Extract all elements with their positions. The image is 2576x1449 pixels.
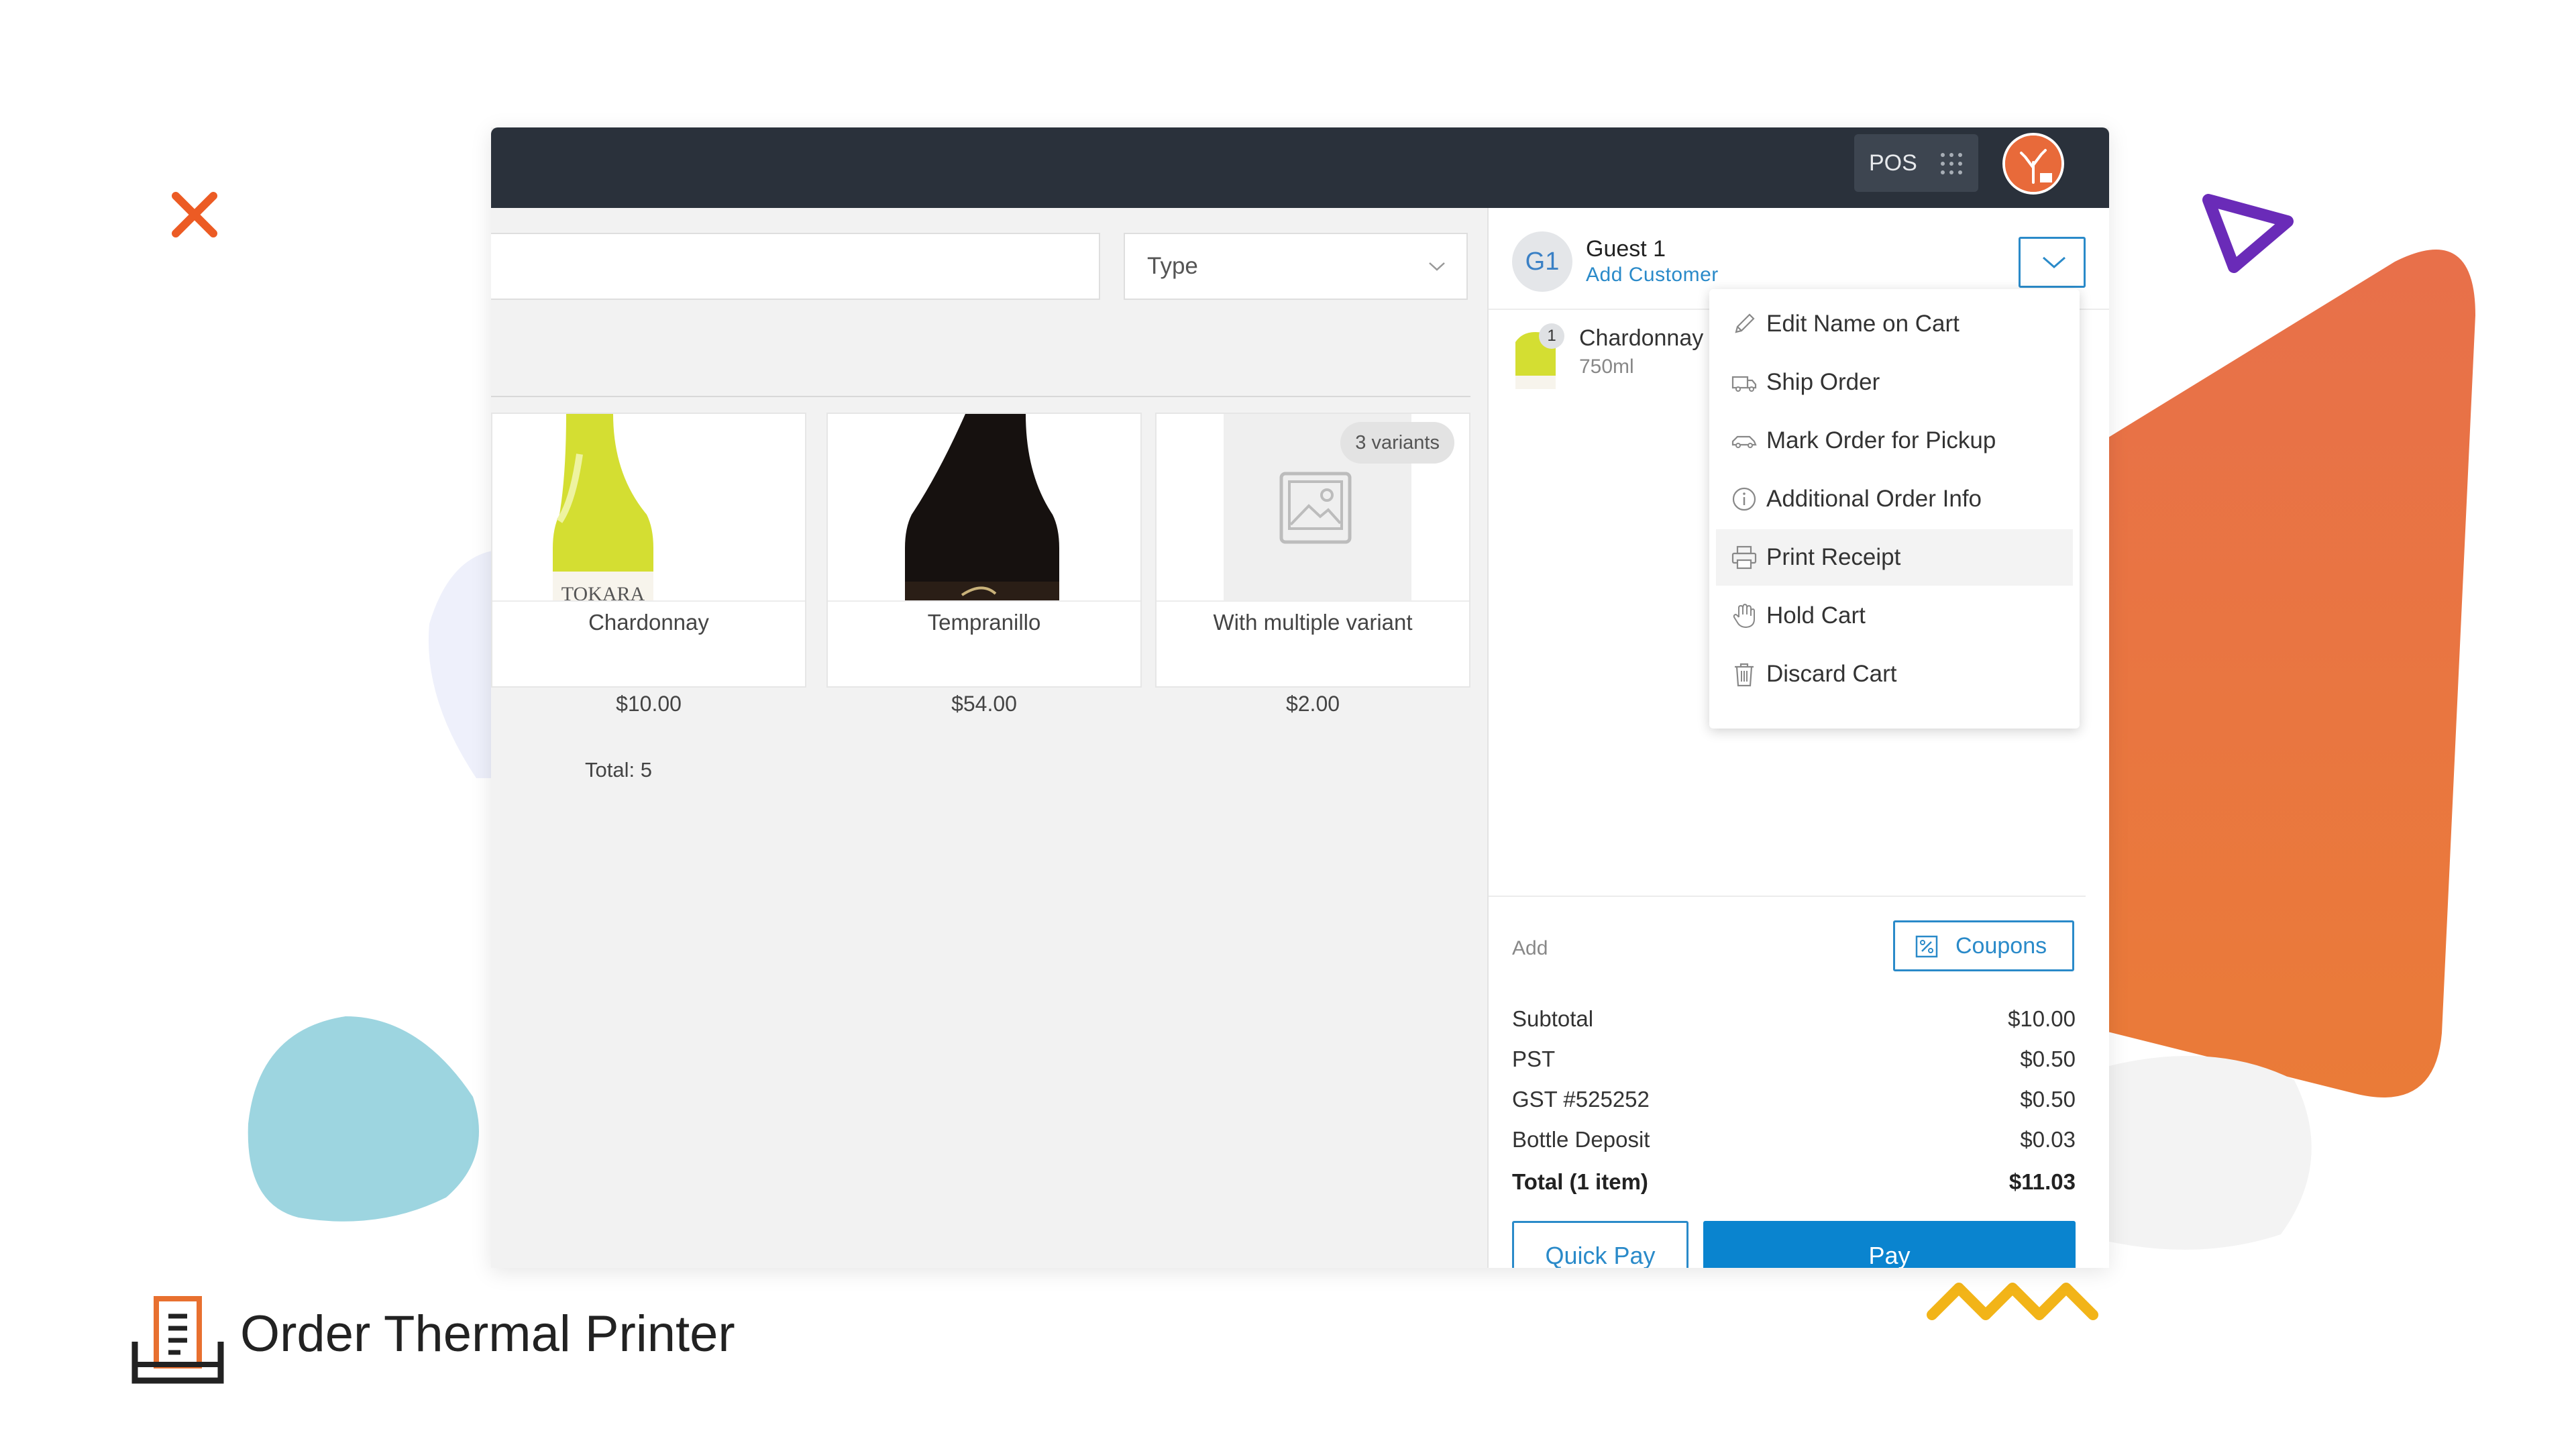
pos-label: POS [1869, 150, 1917, 176]
coupons-button[interactable]: Coupons [1893, 920, 2074, 971]
play-triangle-decoration [2202, 194, 2294, 273]
summary-label: PST [1512, 1046, 1556, 1071]
summary-row-bottle-deposit: Bottle Deposit $0.03 [1512, 1127, 2076, 1157]
top-bar: POS [491, 127, 2109, 208]
summary-row-gst: GST #525252 $0.50 [1512, 1087, 2076, 1116]
trash-icon [1735, 663, 1754, 687]
cart-item-quantity-badge: 1 [1539, 323, 1564, 349]
product-name: Tempranillo [927, 610, 1041, 635]
type-select[interactable]: Type [1124, 233, 1468, 300]
divider [1489, 896, 2086, 897]
pay-button[interactable]: Pay [1703, 1221, 2076, 1268]
truck-icon [1731, 376, 1757, 392]
product-price: $2.00 [1285, 692, 1340, 716]
product-image [828, 414, 1140, 602]
guest-avatar: G1 [1512, 231, 1572, 292]
type-select-label: Type [1147, 253, 1198, 279]
summary-row-total: Total (1 item) $11.03 [1512, 1169, 2076, 1199]
menu-item-label: Hold Cart [1766, 602, 1866, 629]
car-icon [1731, 435, 1757, 448]
avatar-tree-icon [2005, 136, 2061, 192]
summary-value: $0.50 [2020, 1087, 2076, 1112]
search-input[interactable] [491, 233, 1100, 300]
product-image: TOKARA [492, 414, 805, 602]
svg-text:TOKARA: TOKARA [561, 583, 645, 602]
product-name: Chardonnay [588, 610, 709, 635]
yellow-zigzag-decoration [1927, 1283, 2098, 1320]
add-customer-link[interactable]: Add Customer [1586, 264, 1719, 286]
product-card-multiple-variant[interactable]: 3 variants With multiple variant $2.00 [1155, 413, 1470, 716]
menu-item-print-receipt[interactable]: Print Receipt [1716, 529, 2073, 586]
summary-label: GST #525252 [1512, 1087, 1650, 1112]
summary-label: Bottle Deposit [1512, 1127, 1650, 1152]
percent-icon [1915, 935, 1938, 958]
menu-item-hold-cart[interactable]: Hold Cart [1716, 588, 2073, 644]
gray-shape-decoration [2106, 1056, 2312, 1250]
cart-item-name[interactable]: Chardonnay [1579, 325, 1703, 352]
product-name: With multiple variant [1213, 610, 1413, 635]
menu-item-label: Edit Name on Cart [1766, 311, 1960, 337]
brand-title: Order Thermal Printer [240, 1305, 735, 1362]
product-card-tempranillo[interactable]: Tempranillo $54.00 [826, 413, 1142, 716]
menu-item-label: Discard Cart [1766, 661, 1897, 687]
menu-item-edit-name[interactable]: Edit Name on Cart [1716, 296, 2073, 352]
product-price: $54.00 [951, 692, 1017, 716]
white-wine-bottle-image: TOKARA [553, 414, 653, 602]
orange-x-decoration [172, 192, 217, 237]
apps-grid-icon [1941, 153, 1962, 174]
summary-row-pst: PST $0.50 [1512, 1046, 2076, 1076]
blue-blob-decoration [248, 1016, 479, 1222]
pos-window: POS Type TOKARA Chardonnay $10.00 Tempra… [491, 127, 2109, 1268]
image-placeholder-icon [1279, 472, 1352, 544]
coupons-label: Coupons [1955, 932, 2047, 959]
user-avatar[interactable] [2002, 133, 2064, 195]
summary-value: $0.50 [2020, 1046, 2076, 1071]
menu-item-mark-pickup[interactable]: Mark Order for Pickup [1716, 413, 2073, 469]
pencil-icon [1735, 313, 1755, 333]
orange-shape-decoration [2086, 250, 2475, 1097]
chevron-down-icon [1429, 262, 1445, 271]
summary-value: $0.03 [2020, 1127, 2076, 1152]
summary-label: Subtotal [1512, 1006, 1594, 1031]
red-wine-bottle-image [905, 414, 1059, 600]
pos-app-switcher[interactable]: POS [1854, 134, 1978, 192]
summary-value: $10.00 [2008, 1006, 2076, 1031]
thermal-printer-icon [131, 1296, 224, 1384]
summary-value: $11.03 [2008, 1169, 2076, 1194]
menu-item-discard-cart[interactable]: Discard Cart [1716, 646, 2073, 702]
quick-pay-button[interactable]: Quick Pay [1512, 1221, 1688, 1268]
menu-item-label: Additional Order Info [1766, 486, 1982, 512]
divider [491, 396, 1470, 397]
chevron-down-icon [2043, 256, 2065, 268]
hand-icon [1733, 603, 1755, 629]
summary-row-subtotal: Subtotal $10.00 [1512, 1006, 2076, 1036]
products-total-count: Total: 5 [585, 758, 652, 782]
menu-item-additional-info[interactable]: Additional Order Info [1716, 471, 2073, 527]
product-card-chardonnay[interactable]: TOKARA Chardonnay $10.00 [491, 413, 806, 716]
variants-badge: 3 variants [1340, 422, 1454, 464]
menu-item-label: Print Receipt [1766, 544, 1901, 570]
menu-item-label: Mark Order for Pickup [1766, 427, 1996, 453]
menu-item-ship-order[interactable]: Ship Order [1716, 354, 2073, 411]
cart-item-size: 750ml [1579, 356, 1634, 378]
info-icon [1732, 487, 1756, 511]
product-image-placeholder: 3 variants [1157, 414, 1469, 602]
guest-name: Guest 1 [1586, 236, 1666, 262]
printer-icon [1731, 545, 1757, 570]
add-label[interactable]: Add [1512, 937, 1548, 960]
cart-options-dropdown-button[interactable] [2019, 237, 2086, 288]
cart-options-menu: Edit Name on Cart Ship Order Mark Order … [1709, 289, 2080, 729]
summary-label: Total (1 item) [1512, 1169, 1648, 1194]
menu-item-label: Ship Order [1766, 369, 1880, 395]
product-price: $10.00 [616, 692, 682, 716]
